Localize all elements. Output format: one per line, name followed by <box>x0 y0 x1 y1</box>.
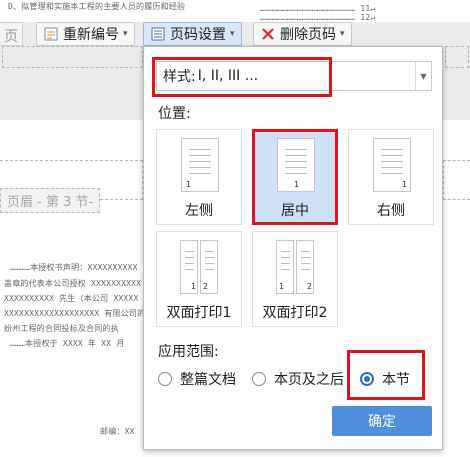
page-setup-button[interactable]: 页码设置 ▾ <box>143 22 242 46</box>
chevron-down-icon: ▾ <box>340 29 345 39</box>
page-number-marker: 2 <box>203 282 209 291</box>
position-option-duplex-2[interactable]: 1 2 双面打印2 <box>252 231 338 327</box>
position-label: 双面打印1 <box>166 305 232 321</box>
radio-button[interactable] <box>158 372 172 386</box>
scope-title: 应用范围: <box>158 344 219 360</box>
ok-button[interactable]: 确定 <box>332 406 432 436</box>
footer-area-right <box>445 46 469 68</box>
page-number-settings-panel: 样式: I, II, III ... ▼ 位置: 1 左侧 1 居中 1 右侧 … <box>143 46 443 450</box>
page-number-marker: 1 <box>402 180 408 189</box>
delete-page-number-button[interactable]: 删除页码 ▾ <box>253 22 352 46</box>
scope-option-label: 本页及之后 <box>274 372 344 388</box>
doc-line: ………本授权于 XXXX 年 XX 月 <box>10 339 125 348</box>
page-preview-icon: 2 <box>296 240 314 294</box>
page-setup-label: 页码设置 <box>170 27 226 43</box>
dropdown-arrow-icon[interactable]: ▼ <box>415 62 431 90</box>
renumber-label: 重新编号 <box>63 27 119 43</box>
annotation-highlight-box <box>252 129 338 225</box>
scope-option-whole-document[interactable]: 整篇文档 <box>158 369 236 389</box>
chevron-down-icon: ▾ <box>123 29 128 39</box>
position-option-right[interactable]: 1 右侧 <box>348 129 434 225</box>
scope-option-label: 整篇文档 <box>180 372 236 388</box>
header-section-label[interactable]: 页眉 - 第 3 节- <box>0 188 101 213</box>
position-label: 右侧 <box>377 203 405 219</box>
doc-line: …………本授权书声明：XXXXXXXXXX <box>10 263 138 272</box>
header-footer-toolbar: 页 重新编号 ▾ 页码设置 ▾ 删除页码 ▾ <box>0 22 470 46</box>
renumber-icon <box>43 26 59 42</box>
page-preview-icon: 1 <box>373 138 411 192</box>
chevron-down-icon: ▾ <box>230 29 235 39</box>
page-preview-icon: 1 <box>180 240 198 294</box>
delete-x-icon <box>260 26 276 42</box>
annotation-highlight-box <box>347 350 425 400</box>
scope-option-this-page-and-after[interactable]: 本页及之后 <box>252 369 344 389</box>
position-title: 位置: <box>158 106 191 122</box>
page-number-marker: 1 <box>191 282 197 291</box>
page-setup-icon <box>150 26 166 42</box>
footer-area <box>2 46 143 68</box>
delete-label: 删除页码 <box>280 27 336 43</box>
doc-line: XXXXXXXXXX 先生（本公司 XXXXX <box>4 294 139 303</box>
position-option-duplex-1[interactable]: 1 2 双面打印1 <box>156 231 242 327</box>
doc-line: 邮编：XX <box>100 427 135 436</box>
page-preview-icon: 2 <box>200 240 218 294</box>
page-preview-icon: 1 <box>181 138 219 192</box>
page-preview-icon: 1 <box>276 240 294 294</box>
doc-line: 纷州工程的合同投标及合同的执 <box>4 324 119 333</box>
page-number-marker: 2 <box>307 282 313 291</box>
position-label: 左侧 <box>185 203 213 219</box>
radio-button[interactable] <box>252 372 266 386</box>
page-number-marker: 1 <box>279 282 285 291</box>
doc-line: XXXXXXXXXXXXXXXXXXX 有限公司的 <box>4 309 146 318</box>
doc-line: D、拟管理和实施本工程的主要人员的履历和经验 <box>8 2 186 11</box>
annotation-highlight-box <box>152 57 332 97</box>
position-label: 双面打印2 <box>262 305 328 321</box>
header-area-right <box>443 160 470 200</box>
doc-line: ………………………………………………… 12↵ <box>260 13 376 22</box>
doc-line: ………………………………………………… 11↵ <box>260 4 376 13</box>
doc-line: 盖章的代表本公司授权 XXXXXXXXXX <box>4 279 142 288</box>
toolbar-edge-label: 页 <box>0 22 23 46</box>
position-option-left[interactable]: 1 左侧 <box>156 129 242 225</box>
page-number-marker: 1 <box>186 180 192 189</box>
renumber-button[interactable]: 重新编号 ▾ <box>36 22 135 46</box>
